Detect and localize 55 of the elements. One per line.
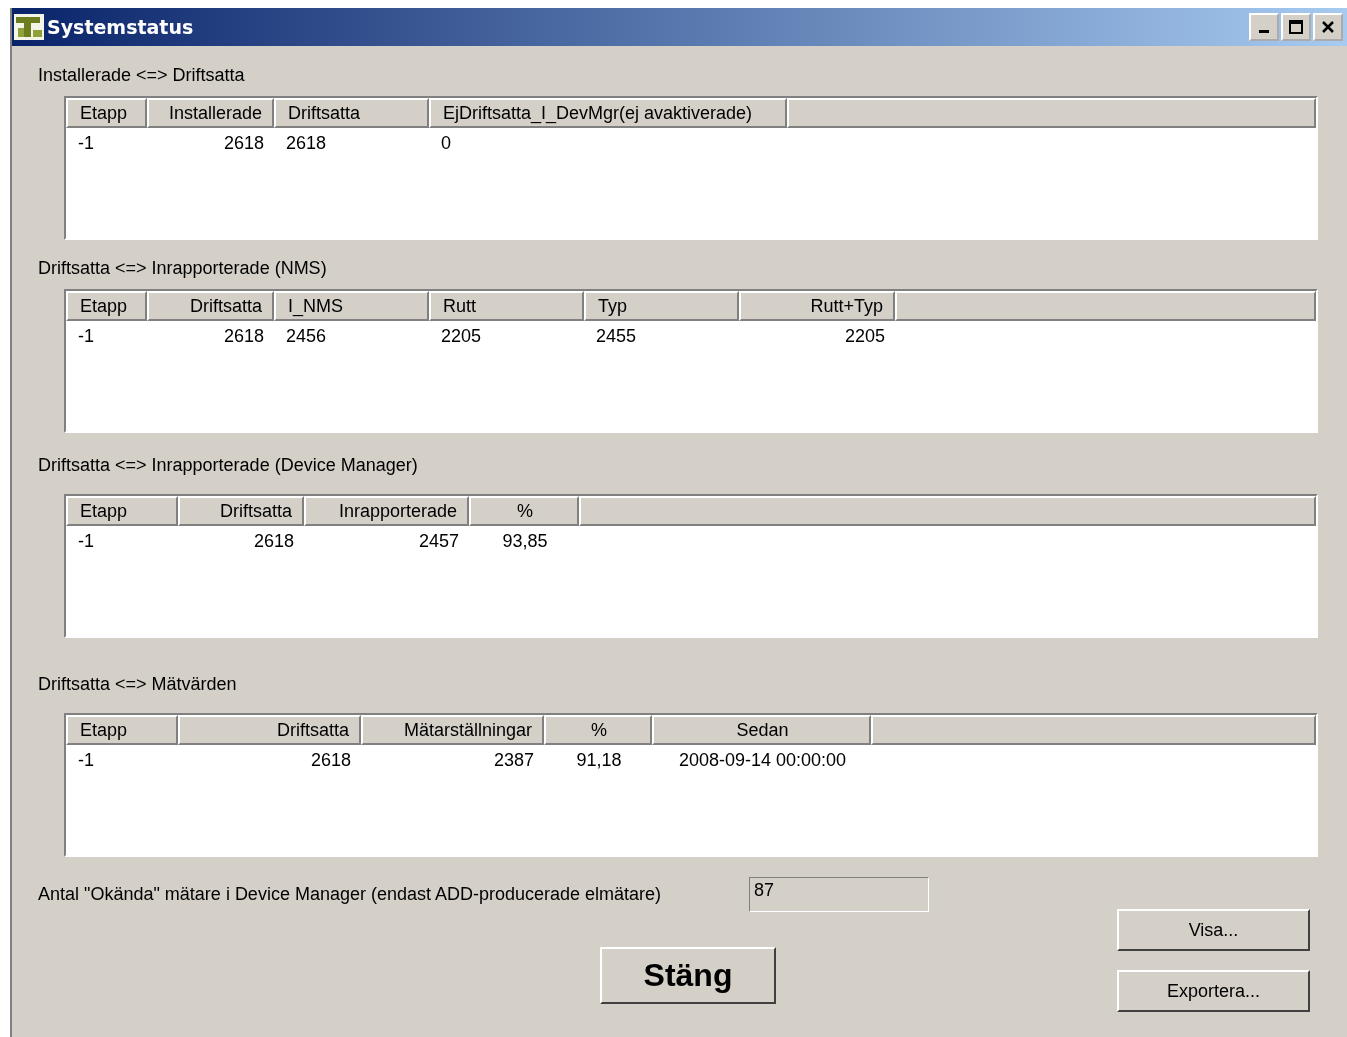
table-cell-text: 2456 [285, 325, 328, 347]
section-label: Driftsatta <=> Mätvärden [38, 673, 238, 695]
close-dialog-button[interactable]: Stäng [600, 947, 776, 1004]
table-cell-text: 2618 [222, 325, 265, 347]
column-header[interactable]: Driftsatta [147, 291, 274, 321]
column-header[interactable]: % [469, 496, 579, 526]
column-header[interactable]: Sedan [652, 715, 871, 745]
column-header[interactable]: EjDriftsatta_I_DevMgr(ej avaktiverade) [429, 98, 787, 128]
column-header[interactable]: Driftsatta [178, 496, 304, 526]
close-button[interactable] [1313, 13, 1343, 41]
table-cell-text: 2387 [492, 749, 535, 771]
column-header[interactable]: Etapp [66, 291, 147, 321]
table-cell-text: 2455 [595, 325, 638, 347]
table-cell-text: 2618 [285, 132, 328, 154]
section-label: Driftsatta <=> Inrapporterade (Device Manager) [38, 454, 419, 476]
column-header[interactable]: Etapp [66, 496, 178, 526]
unknown-meters-label: Antal "Okända" mätare i Device Manager (endast ADD-producerade elmätare) [38, 884, 662, 905]
table-cell-text: 91,18 [575, 749, 623, 771]
maximize-icon [1289, 20, 1303, 34]
show-button[interactable]: Visa... [1117, 909, 1310, 951]
table-cell-text: 2618 [309, 749, 352, 771]
section-label: Driftsatta <=> Inrapporterade (NMS) [38, 257, 328, 279]
table-cell-text: 2008-09-14 00:00:00 [677, 749, 848, 771]
column-header[interactable]: Mätarställningar [361, 715, 544, 745]
column-header[interactable]: Typ [584, 291, 739, 321]
table-cell-text: -1 [77, 132, 95, 154]
table-cell-text: -1 [77, 530, 95, 552]
minimize-button[interactable] [1249, 13, 1279, 41]
table-cell-text: 2205 [843, 325, 886, 347]
column-header[interactable]: Etapp [66, 98, 147, 128]
column-header[interactable]: Installerade [147, 98, 274, 128]
column-header[interactable]: Rutt [429, 291, 584, 321]
column-header[interactable]: I_NMS [274, 291, 429, 321]
export-button[interactable]: Exportera... [1117, 970, 1310, 1012]
close-icon [1321, 20, 1335, 34]
column-header[interactable]: Etapp [66, 715, 178, 745]
window-title: Systemstatus [47, 16, 194, 38]
table-cell-text: 2618 [222, 132, 265, 154]
section-label: Installerade <=> Driftsatta [38, 64, 246, 86]
table-cell-text: 2457 [417, 530, 460, 552]
table-cell-text: 2618 [252, 530, 295, 552]
maximize-button[interactable] [1281, 13, 1311, 41]
table-cell-text: 2205 [440, 325, 483, 347]
column-header[interactable]: Inrapporterade [304, 496, 469, 526]
table-cell-text: -1 [77, 749, 95, 771]
column-header[interactable]: Driftsatta [274, 98, 429, 128]
minimize-icon [1259, 30, 1269, 33]
table-cell-text: -1 [77, 325, 95, 347]
table-cell-text: 93,85 [501, 530, 549, 552]
column-header[interactable]: Rutt+Typ [739, 291, 895, 321]
column-header[interactable]: % [544, 715, 652, 745]
table-cell-text: 0 [440, 132, 452, 154]
count-field[interactable]: 87 [749, 877, 930, 912]
app-icon [14, 14, 44, 40]
column-header[interactable]: Driftsatta [178, 715, 361, 745]
